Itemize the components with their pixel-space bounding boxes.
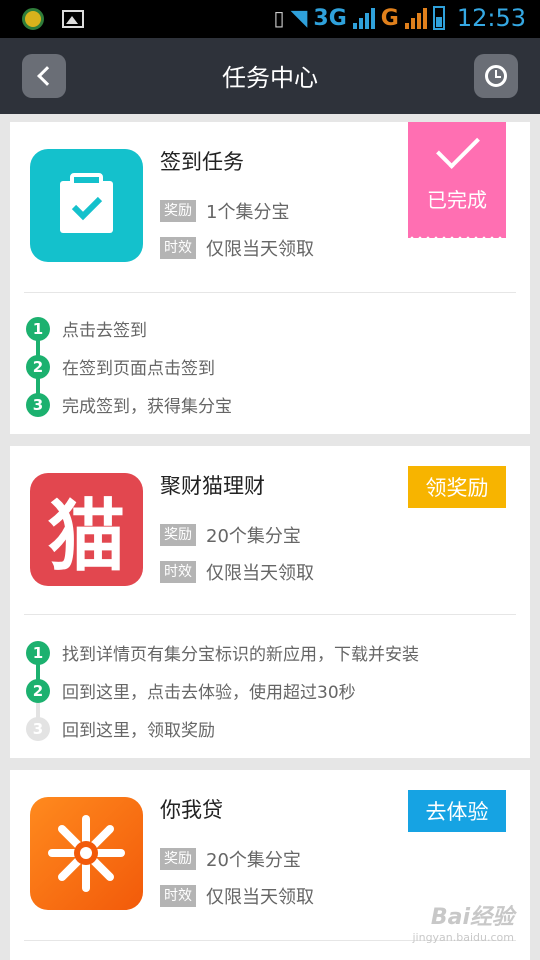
step-item: 1 找到详情页有集分宝标识的新应用，下载并安装 [26, 640, 419, 665]
time-limit-value: 仅限当天领取 [206, 239, 314, 260]
watermark-main: Bai经验 [430, 905, 514, 930]
reward-row: 奖励 20个集分宝 [160, 522, 301, 548]
task-name: 聚财猫理财 [160, 474, 265, 498]
step-item: 2 回到这里，点击去体验，使用超过30秒 [26, 678, 356, 703]
battery-icon [432, 6, 445, 30]
time-limit-value: 仅限当天领取 [206, 563, 314, 584]
reward-tag: 奖励 [160, 524, 196, 546]
watermark-sub: jingyan.baidu.com [412, 931, 514, 944]
reward-tag: 奖励 [160, 200, 196, 222]
clipboard-check-icon [60, 173, 113, 233]
reward-value: 20个集分宝 [206, 850, 301, 871]
try-app-button[interactable]: 去体验 [408, 790, 506, 832]
baidu-jingyan-watermark: Bai经验 jingyan.baidu.com [412, 899, 514, 944]
clock-time: 12:53 [456, 4, 526, 32]
step-text: 回到这里，点击去体验，使用超过30秒 [62, 683, 356, 703]
reward-value: 20个集分宝 [206, 526, 301, 547]
time-tag: 时效 [160, 885, 196, 907]
page-title: 任务中心 [222, 65, 318, 92]
reward-tag: 奖励 [160, 848, 196, 870]
task-name: 签到任务 [160, 150, 244, 174]
time-limit-row: 时效 仅限当天领取 [160, 883, 314, 909]
step-text: 完成签到，获得集分宝 [62, 397, 232, 417]
step-number: 1 [26, 316, 50, 341]
reward-row: 奖励 1个集分宝 [160, 198, 289, 224]
badge-zigzag-edge [408, 232, 506, 238]
check-icon [436, 125, 480, 169]
jucaimao-app-icon: 猫 [30, 473, 143, 586]
time-tag: 时效 [160, 237, 196, 259]
app-notification-icon [22, 8, 44, 30]
step-number: 3 [26, 392, 50, 417]
step-number: 2 [26, 354, 50, 379]
vibrate-icon: ▯ [273, 6, 285, 30]
step-number: 1 [26, 640, 50, 665]
reward-row: 奖励 20个集分宝 [160, 846, 301, 872]
time-limit-row: 时效 仅限当天领取 [160, 235, 314, 261]
divider [24, 292, 516, 293]
step-number: 2 [26, 678, 50, 703]
step-item: 3 完成签到，获得集分宝 [26, 392, 232, 417]
wifi-icon: ◥ [290, 5, 308, 31]
step-number: 3 [26, 716, 50, 741]
completed-badge: 已完成 [408, 122, 506, 238]
step-item: 2 在签到页面点击签到 [26, 354, 215, 379]
reward-value: 1个集分宝 [206, 202, 290, 223]
signal-icon [352, 7, 375, 29]
step-text: 找到详情页有集分宝标识的新应用，下载并安装 [62, 645, 419, 665]
claim-reward-button[interactable]: 领奖励 [408, 466, 506, 508]
step-text: 回到这里，领取奖励 [62, 721, 215, 741]
time-limit-row: 时效 仅限当天领取 [160, 559, 314, 585]
app-header: 任务中心 [0, 38, 540, 114]
step-item: 3 回到这里，领取奖励 [26, 716, 215, 741]
signal-2-icon [404, 7, 427, 29]
step-text: 点击去签到 [62, 321, 147, 341]
step-item: 1 点击去签到 [26, 316, 147, 341]
completed-label: 已完成 [427, 188, 487, 212]
niwodai-app-icon [30, 797, 143, 910]
task-card-jucaimao[interactable]: 猫 聚财猫理财 领奖励 奖励 20个集分宝 时效 仅限当天领取 1 找到详情页有… [10, 446, 530, 758]
status-bar: ▯ ◥ 3G G 12:53 [0, 0, 540, 38]
network-g-label: G [380, 5, 399, 31]
task-card-signin[interactable]: 签到任务 奖励 1个集分宝 时效 仅限当天领取 已完成 1 点击去签到 2 在签… [10, 122, 530, 434]
clock-icon [485, 65, 507, 87]
time-limit-value: 仅限当天领取 [206, 887, 314, 908]
divider [24, 614, 516, 615]
step-text: 在签到页面点击签到 [62, 359, 215, 379]
task-name: 你我贷 [160, 798, 223, 822]
time-tag: 时效 [160, 561, 196, 583]
signin-app-icon [30, 149, 143, 262]
image-notification-icon [62, 10, 84, 28]
network-3g-label: 3G [313, 5, 347, 31]
history-button[interactable] [474, 54, 518, 98]
cat-logo-glyph: 猫 [47, 490, 126, 582]
niwodai-logo-icon [48, 815, 125, 892]
